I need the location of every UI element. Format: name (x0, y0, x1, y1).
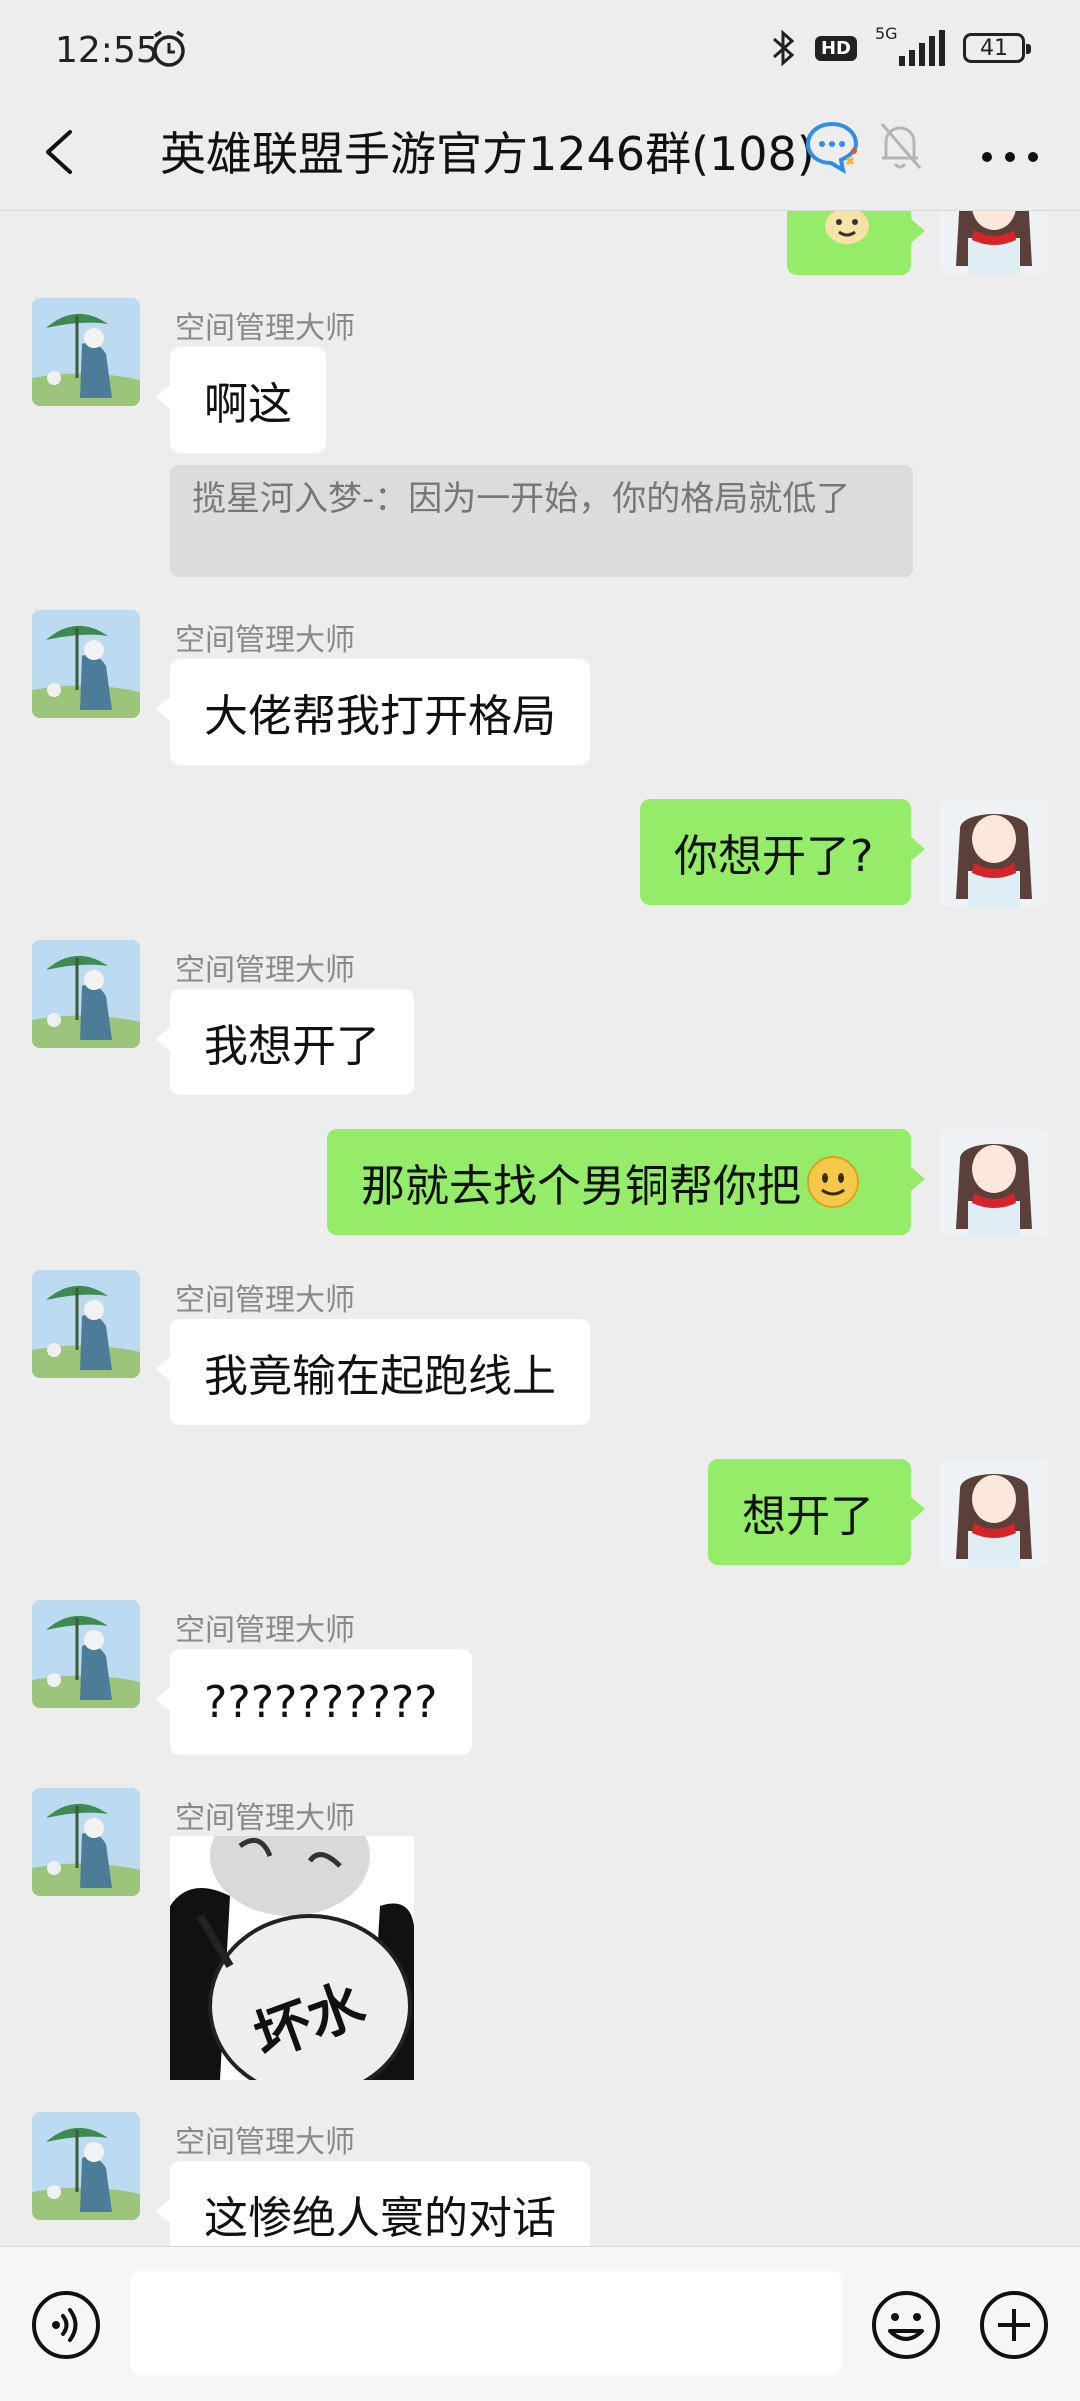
sender-avatar[interactable] (32, 940, 140, 1048)
sender-name: 空间管理大师 (175, 1613, 355, 1648)
input-bar (0, 2246, 1080, 2401)
signal-icon: 5G (875, 24, 945, 68)
voice-icon[interactable] (30, 2289, 102, 2361)
sender-name: 空间管理大师 (175, 623, 355, 658)
smile-emoji-icon (807, 1156, 859, 1208)
message-text: 想开了 (742, 1491, 874, 1542)
sender-avatar[interactable] (32, 2112, 140, 2220)
message-text: 我想开了 (204, 1021, 380, 1072)
alarm-icon (153, 30, 185, 67)
mute-bell-icon (880, 123, 922, 169)
message-text: 大佬帮我打开格局 (204, 691, 556, 742)
message-input[interactable] (130, 2271, 842, 2375)
my-avatar[interactable] (940, 799, 1048, 907)
message-bubble-mine[interactable]: 想开了 (708, 1459, 925, 1565)
sender-name: 空间管理大师 (175, 2125, 355, 2160)
message-bubble[interactable]: ?????????? (156, 1649, 472, 1755)
message-bubble[interactable]: 啊这 (156, 347, 326, 453)
sender-name: 空间管理大师 (175, 1283, 355, 1318)
sender-avatar[interactable] (32, 1270, 140, 1378)
bluetooth-icon (772, 29, 795, 67)
status-icons: HD 5G 41 (771, 24, 1031, 68)
message-text: 这惨绝人寰的对话 (204, 2193, 556, 2244)
message-bubble-mine[interactable]: 那就去找个男铜帮你把 (327, 1129, 925, 1235)
emoji-icon[interactable] (870, 2289, 942, 2361)
message-text: 那就去找个男铜帮你把 (361, 1161, 801, 1212)
meme-sticker[interactable]: 坏水 (170, 1836, 414, 2080)
message-bubble[interactable]: 这惨绝人寰的对话 (156, 2161, 590, 2246)
sender-avatar[interactable] (32, 1600, 140, 1708)
battery-icon: 41 (963, 33, 1031, 63)
battery-level: 41 (980, 35, 1008, 61)
my-avatar[interactable] (940, 211, 1048, 274)
my-avatar[interactable] (940, 1129, 1048, 1237)
sender-name: 空间管理大师 (175, 1801, 355, 1836)
sender-avatar[interactable] (32, 610, 140, 718)
message-bubble[interactable]: 我竟输在起跑线上 (156, 1319, 590, 1425)
quoted-message[interactable]: 揽星河入梦-：因为一开始，你的格局就低了 (170, 465, 913, 577)
chat-title: 英雄联盟手游官方1246群(108) (160, 127, 815, 181)
message-text: 我竟输在起跑线上 (204, 1351, 556, 1402)
status-bar: 12:55 HD 5G 41 (0, 0, 1080, 100)
plus-icon[interactable] (978, 2289, 1050, 2361)
back-arrow-icon[interactable] (30, 122, 90, 182)
more-icon[interactable] (980, 150, 1040, 164)
message-list[interactable]: 空间管理大师 啊这 揽星河入梦-：因为一开始，你的格局就低了 空间管理大师 大佬… (0, 211, 1080, 2246)
status-time: 12:55 (55, 30, 159, 71)
message-bubble-partial[interactable] (787, 211, 925, 275)
emoji-sticker-icon (825, 211, 869, 244)
message-bubble[interactable]: 大佬帮我打开格局 (156, 659, 590, 765)
sender-name: 空间管理大师 (175, 953, 355, 988)
sender-avatar[interactable] (32, 1788, 140, 1896)
hd-badge: HD (814, 35, 857, 61)
message-text: ?????????? (204, 1676, 438, 1728)
sender-avatar[interactable] (32, 298, 140, 406)
sender-name: 空间管理大师 (175, 311, 355, 346)
group-chat-icon (805, 121, 859, 174)
message-bubble[interactable]: 我想开了 (156, 989, 414, 1095)
my-avatar[interactable] (940, 1459, 1048, 1567)
message-text: 你想开了? (674, 831, 874, 882)
message-text: 啊这 (204, 379, 292, 430)
message-bubble-mine[interactable]: 你想开了? (640, 799, 925, 905)
quote-text: 揽星河入梦-：因为一开始，你的格局就低了 (192, 479, 851, 519)
